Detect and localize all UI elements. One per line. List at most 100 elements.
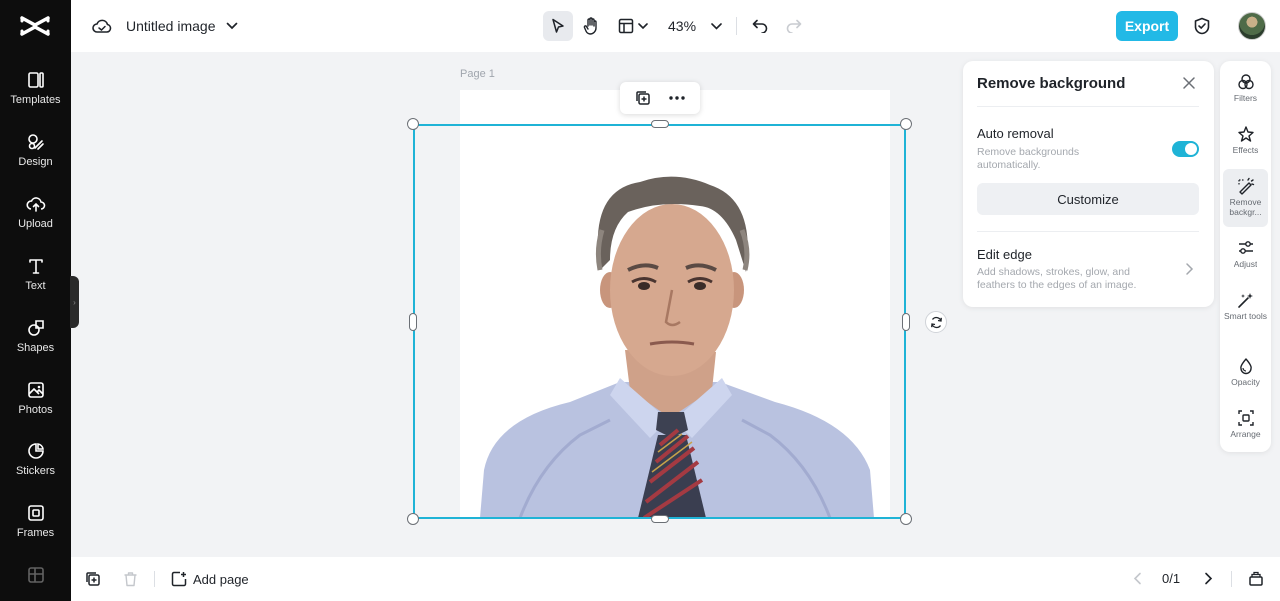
tool-filters[interactable]: Filters xyxy=(1223,65,1268,123)
remove-background-panel: Remove background Auto removal Remove ba… xyxy=(963,61,1214,307)
tool-label: Remove backgr... xyxy=(1229,198,1262,217)
nav-shapes[interactable]: Shapes xyxy=(0,318,71,374)
hand-icon xyxy=(583,17,597,35)
next-page-button[interactable] xyxy=(1204,572,1213,585)
undo-button[interactable] xyxy=(749,16,771,36)
frames-icon xyxy=(27,505,44,521)
chevron-down-icon xyxy=(638,22,648,29)
close-icon[interactable] xyxy=(1181,75,1197,91)
effects-icon xyxy=(1237,126,1254,142)
resize-handle-bottom-right[interactable] xyxy=(900,513,912,525)
redo-icon xyxy=(786,19,802,33)
shapes-icon xyxy=(27,320,44,336)
add-page-icon xyxy=(171,571,187,587)
doc-title-dropdown[interactable]: Untitled image xyxy=(126,16,238,36)
resize-handle-left[interactable] xyxy=(409,313,417,331)
tool-adjust[interactable]: Adjust xyxy=(1223,231,1268,289)
tool-opacity[interactable]: Opacity xyxy=(1223,349,1268,407)
duplicate-icon xyxy=(636,91,650,105)
undo-icon xyxy=(752,19,768,33)
bottom-bar: Add page 0/1 xyxy=(71,557,1280,601)
select-tool-button[interactable] xyxy=(543,11,573,41)
left-sidebar: Templates Design Upload Text Shapes Phot… xyxy=(0,0,71,601)
cloud-icon xyxy=(92,19,112,33)
panel-divider xyxy=(977,106,1199,107)
tool-label: Adjust xyxy=(1233,260,1258,269)
more-horizontal-icon xyxy=(669,96,685,100)
add-page-label: Add page xyxy=(193,571,249,587)
chevron-down-icon xyxy=(226,22,237,30)
upload-icon xyxy=(25,197,45,212)
tool-label: Filters xyxy=(1233,94,1258,103)
templates-icon xyxy=(27,72,44,88)
capcut-logo-icon[interactable] xyxy=(18,12,52,40)
prev-page-button[interactable] xyxy=(1133,572,1142,585)
tool-effects[interactable]: Effects xyxy=(1223,117,1268,175)
hand-tool-button[interactable] xyxy=(576,11,606,41)
arrange-icon xyxy=(1237,410,1254,426)
cloud-sync-button[interactable] xyxy=(91,16,113,36)
nav-frames[interactable]: Frames xyxy=(0,503,71,559)
export-button[interactable]: Export xyxy=(1116,11,1178,41)
auto-removal-title: Auto removal xyxy=(977,126,1054,141)
nav-label: Stickers xyxy=(15,465,56,477)
panel-divider xyxy=(977,231,1199,232)
text-icon xyxy=(28,259,43,274)
nav-label: Upload xyxy=(18,218,53,230)
nav-label: Text xyxy=(25,280,46,292)
nav-stickers[interactable]: Stickers xyxy=(0,441,71,497)
rotate-icon xyxy=(930,316,942,328)
avatar[interactable] xyxy=(1238,12,1266,40)
nav-label: Templates xyxy=(10,94,61,106)
auto-removal-toggle[interactable] xyxy=(1172,141,1199,157)
smart-tools-icon xyxy=(1237,293,1253,308)
auto-removal-desc-line2: automatically. xyxy=(977,159,1041,171)
delete-page-button[interactable] xyxy=(123,571,138,587)
opacity-icon xyxy=(1239,358,1252,375)
page-manager-button[interactable] xyxy=(1248,571,1264,587)
nav-design[interactable]: Design xyxy=(0,132,71,188)
layout-icon xyxy=(618,18,634,34)
shield-button[interactable] xyxy=(1191,16,1213,36)
rotate-handle[interactable] xyxy=(925,311,947,333)
nav-upload[interactable]: Upload xyxy=(0,194,71,250)
photos-icon xyxy=(27,382,44,398)
nav-text[interactable]: Text xyxy=(0,256,71,312)
duplicate-page-button[interactable] xyxy=(85,571,101,587)
selection-box[interactable] xyxy=(413,124,906,519)
sidebar-collapse-handle[interactable]: › xyxy=(70,276,79,328)
resize-handle-bottom-left[interactable] xyxy=(407,513,419,525)
floating-toolbar xyxy=(620,82,700,114)
tool-label: Effects xyxy=(1232,146,1259,155)
customize-button[interactable]: Customize xyxy=(977,183,1199,215)
filters-icon xyxy=(1237,74,1254,90)
layout-tool-dropdown[interactable] xyxy=(618,16,648,36)
resize-handle-top-left[interactable] xyxy=(407,118,419,130)
resize-handle-bottom[interactable] xyxy=(651,515,669,523)
tool-remove-background[interactable]: Remove backgr... xyxy=(1223,169,1268,227)
nav-label: Design xyxy=(18,156,53,168)
resize-handle-top[interactable] xyxy=(651,120,669,128)
redo-button[interactable] xyxy=(783,16,805,36)
chevron-right-icon xyxy=(1205,572,1213,585)
grid-icon xyxy=(27,567,44,583)
panel-title: Remove background xyxy=(977,75,1126,92)
chevron-right-icon[interactable] xyxy=(1184,262,1194,276)
zoom-dropdown[interactable]: 43% xyxy=(668,16,722,36)
tool-smart-tools[interactable]: Smart tools xyxy=(1223,283,1268,347)
nav-label: Frames xyxy=(16,527,55,539)
add-page-button[interactable]: Add page xyxy=(171,571,249,587)
doc-title: Untitled image xyxy=(126,18,216,34)
resize-handle-right[interactable] xyxy=(902,313,910,331)
resize-handle-top-right[interactable] xyxy=(900,118,912,130)
more-options-button[interactable] xyxy=(669,96,685,100)
nav-templates[interactable]: Templates xyxy=(0,70,71,126)
top-bar: Untitled image 43% Export xyxy=(71,0,1280,52)
nav-photos[interactable]: Photos xyxy=(0,380,71,436)
tool-arrange[interactable]: Arrange xyxy=(1223,401,1268,459)
duplicate-button[interactable] xyxy=(635,90,651,106)
bottom-divider xyxy=(1231,571,1232,587)
nav-more[interactable] xyxy=(0,565,71,601)
tool-label: Arrange xyxy=(1230,430,1261,439)
edit-edge-title[interactable]: Edit edge xyxy=(977,247,1032,262)
